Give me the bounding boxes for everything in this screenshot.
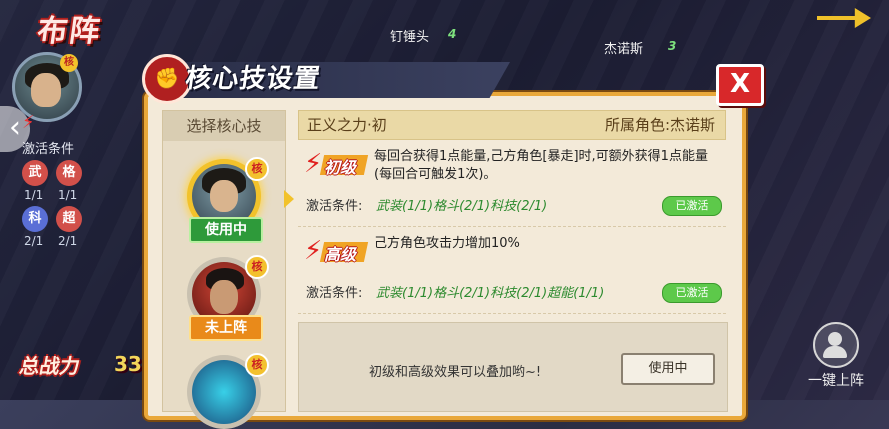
activation-title: 激活条件 (22, 142, 75, 157)
team-icon (813, 322, 859, 368)
close-button[interactable]: X (716, 64, 764, 106)
condition-label: 激活条件: (306, 286, 363, 301)
core-badge: 核 (245, 157, 269, 181)
core-badge: 核 (60, 54, 78, 72)
total-power-label: 总战力 (17, 354, 82, 378)
condition-value: 武装(1/1)格斗(2/1)科技(2/1) (376, 199, 548, 214)
condition-chip-ke: 科 (22, 206, 48, 232)
tier-badge: ⚡ 高级 (304, 236, 369, 266)
tier-badge: ⚡ 初级 (304, 149, 369, 179)
condition-value: 1/1 (24, 188, 44, 202)
condition-value: 2/1 (24, 234, 44, 248)
skill-state-not-deployed: 未上阵 (189, 315, 263, 341)
skill-card-inactive[interactable]: 核 未上阵 (187, 255, 269, 341)
in-use-button[interactable]: 使用中 (621, 353, 715, 385)
role-level: 3 (668, 39, 677, 53)
core-skill-owner: 所属角色:杰诺斯 (604, 116, 715, 134)
condition-chip-wu: 武 (22, 160, 48, 186)
core-badge: 核 (245, 255, 269, 279)
dialog-title: 核心技设置 (183, 64, 323, 94)
formation-title: 布阵 (35, 14, 104, 49)
skill-card[interactable]: 核 (187, 353, 269, 429)
skill-select-title: 选择核心技 (163, 111, 285, 141)
one-click-deploy-button[interactable]: 一键上阵 (791, 322, 881, 390)
skill-select-panel: 选择核心技 核 使用中 核 未上阵 核 (162, 110, 286, 429)
effect-description: 己方角色攻击力增加10% (374, 236, 520, 251)
skill-state-in-use: 使用中 (189, 217, 263, 243)
fist-icon: ✊ (142, 54, 192, 104)
core-badge: 核 (245, 353, 269, 377)
core-skill-name: 正义之力·初 (307, 116, 387, 134)
lightning-icon: ⚡ (304, 236, 323, 266)
skill-card-active[interactable]: 核 使用中 (187, 157, 269, 243)
condition-chip-ge: 格 (56, 160, 82, 186)
condition-label: 激活条件: (306, 199, 363, 214)
stack-info-box: 初级和高级效果可以叠加哟~! 使用中 (298, 322, 728, 412)
core-title-bar: 正义之力·初 所属角色:杰诺斯 (298, 110, 726, 140)
role-name: 钉锤头 (390, 30, 430, 45)
effect-description: 每回合获得1点能量,己方角色[暴走]时,可额外获得1点能量(每回合可触发1次)。 (374, 149, 708, 182)
dialog-header: ✊ 核心技设置 (142, 54, 750, 104)
status-badge: 已激活 (662, 196, 722, 216)
selection-arrow-icon (284, 190, 294, 208)
condition-value: 2/1 (58, 234, 78, 248)
role-level: 4 (448, 27, 457, 41)
lightning-icon: ⚡ (304, 149, 323, 179)
condition-value: 武装(1/1)格斗(2/1)科技(2/1)超能(1/1) (376, 286, 605, 301)
effect-basic: ⚡ 初级 每回合获得1点能量,己方角色[暴走]时,可额外获得1点能量(每回合可触… (298, 140, 726, 227)
condition-chip-chao: 超 (56, 206, 82, 232)
condition-value: 1/1 (58, 188, 78, 202)
tier-label: 初级 (324, 158, 357, 177)
stack-note: 初级和高级效果可以叠加哟~! (369, 365, 542, 380)
effect-advanced: ⚡ 高级 己方角色攻击力增加10% 激活条件: 武装(1/1)格斗(2/1)科技… (298, 227, 726, 314)
lightning-icon: ⚡ (22, 112, 35, 133)
tier-label: 高级 (324, 245, 357, 264)
core-detail-panel: 正义之力·初 所属角色:杰诺斯 ⚡ 初级 每回合获得1点能量,己方角色[暴走]时… (298, 110, 728, 412)
core-skill-dialog: 选择核心技 核 使用中 核 未上阵 核 正义之力·初 所属角色:杰诺斯 ⚡ 初级… (144, 92, 746, 429)
status-badge: 已激活 (662, 283, 722, 303)
one-click-label: 一键上阵 (808, 373, 864, 389)
